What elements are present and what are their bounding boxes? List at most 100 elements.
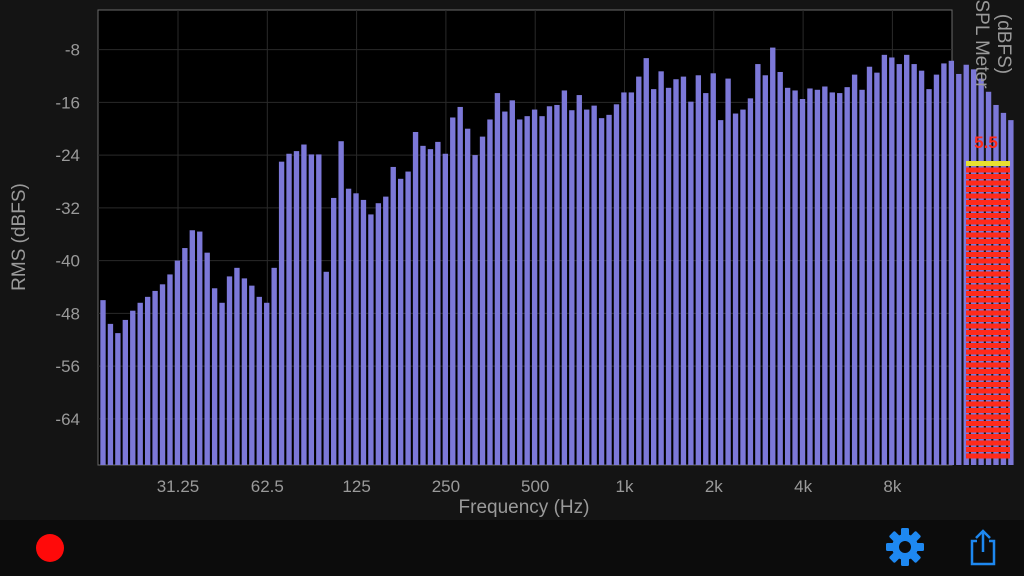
spl-meter-segment <box>966 408 1010 413</box>
spl-meter-segment <box>966 271 1010 277</box>
spectrum-bar <box>881 54 888 466</box>
spectrum-bar <box>956 73 962 465</box>
spectrum-analyzer-app: -8 -16 -24 -32 -40 -48 -56 -64 31.25 62.5 125 250 50… <box>0 0 1024 576</box>
spectrum-bar <box>911 64 917 466</box>
x-tick-label: 62.5 <box>251 477 284 496</box>
spectrum-bar <box>375 203 382 465</box>
spectrum-bar <box>680 76 687 466</box>
share-icon <box>970 529 996 566</box>
y-tick-label: -48 <box>55 304 80 323</box>
spectrum-bar <box>859 89 865 465</box>
x-tick-label: 1k <box>616 477 634 496</box>
spectrum-bar <box>918 70 925 466</box>
share-button[interactable] <box>962 526 1004 568</box>
spectrum-bar <box>331 197 337 465</box>
spectrum-bar <box>777 71 783 465</box>
spectrum-bar <box>606 114 612 465</box>
spl-meter-segment <box>966 317 1010 322</box>
spectrum-bar <box>174 260 181 465</box>
spectrum-bar <box>598 118 605 465</box>
spl-meter-segment <box>966 440 1010 446</box>
spl-meter-segment <box>966 401 1010 407</box>
spectrum-bar <box>837 93 843 465</box>
spectrum-bar <box>427 149 434 465</box>
spectrum-bar <box>457 106 463 465</box>
spectrum-bar <box>502 111 508 466</box>
spectrum-bar <box>182 248 188 465</box>
spectrum-bar <box>301 144 307 466</box>
spectrum-bar <box>345 188 352 466</box>
bottom-toolbar <box>0 520 1024 576</box>
spectrum-bar <box>651 89 657 465</box>
x-tick-label: 2k <box>705 477 723 496</box>
spectrum-bar <box>130 310 136 465</box>
spl-meter-segment <box>966 174 1010 179</box>
spl-meter-segment <box>966 421 1010 426</box>
y-tick-label: -8 <box>65 41 80 60</box>
spectrum-bar <box>442 153 448 466</box>
spectrum-bar <box>874 72 880 465</box>
spectrum-bar <box>219 302 225 465</box>
settings-button[interactable] <box>884 526 926 568</box>
spectrum-bar <box>591 105 597 466</box>
y-tick-label: -56 <box>55 357 80 376</box>
spl-meter-segment <box>966 200 1010 205</box>
spectrum-bar <box>755 64 761 466</box>
spectrum-bar <box>531 109 538 466</box>
spectrum-bar <box>695 75 702 466</box>
spectrum-bar <box>397 178 404 466</box>
spectrum-bar <box>747 98 754 466</box>
spectrum-bar <box>829 92 835 465</box>
spectrum-bar <box>189 230 195 465</box>
x-tick-label: 125 <box>342 477 370 496</box>
spectrum-bar <box>353 193 359 465</box>
spectrum-bar <box>405 171 411 465</box>
spectrum-bar <box>159 284 166 465</box>
spectrum-bar <box>464 128 471 465</box>
spl-meter-segment <box>966 349 1010 355</box>
spectrum-bar <box>621 92 627 465</box>
spectrum-bar <box>115 333 121 465</box>
spectrum-bar <box>673 79 679 465</box>
record-button[interactable] <box>36 534 64 562</box>
spectrum-bar <box>717 120 724 465</box>
spectrum-bar <box>851 74 858 465</box>
spectrum-bar <box>725 78 731 465</box>
spl-meter-segment <box>966 336 1010 342</box>
spectrum-bar <box>807 88 813 466</box>
spectrum-bar <box>278 161 285 465</box>
spl-meter-segment <box>966 453 1010 459</box>
x-tick-label: 31.25 <box>157 477 200 496</box>
spectrum-bar <box>435 141 441 465</box>
spectrum-bar <box>293 151 300 465</box>
spectrum-bar <box>494 93 501 465</box>
spectrum-bar <box>487 119 493 465</box>
spl-meter-segment <box>966 219 1010 225</box>
spectrum-bar <box>561 90 568 465</box>
spectrum-bar <box>896 64 902 466</box>
spectrum-bar <box>100 300 106 465</box>
spectrum-bar <box>234 267 240 465</box>
spl-meter-segment <box>966 291 1010 296</box>
spl-meter-segment <box>966 284 1010 290</box>
spectrum-bar <box>479 136 486 465</box>
spectrum-bar <box>613 104 620 465</box>
spectrum-bar <box>286 153 292 466</box>
spectrum-bar <box>643 58 649 465</box>
spectrum-bar <box>271 267 277 465</box>
spl-meter-segment <box>966 330 1010 335</box>
spl-meter-segment <box>966 278 1010 283</box>
spectrum-bar <box>546 106 553 465</box>
spl-meter-segment <box>966 245 1010 251</box>
spl-meter-segment <box>966 167 1010 173</box>
spectrum-bar <box>316 154 322 466</box>
spl-meter-segment <box>966 323 1010 329</box>
spectrum-bar <box>323 271 329 465</box>
spectrum-bar <box>167 274 173 465</box>
spectrum-bar <box>710 73 716 465</box>
spl-meter-segment <box>966 187 1010 192</box>
spl-meter-segment <box>966 206 1010 212</box>
spectrum-bar <box>412 131 419 466</box>
spectrum-bar <box>152 290 158 465</box>
spectrum-bar <box>256 296 262 465</box>
